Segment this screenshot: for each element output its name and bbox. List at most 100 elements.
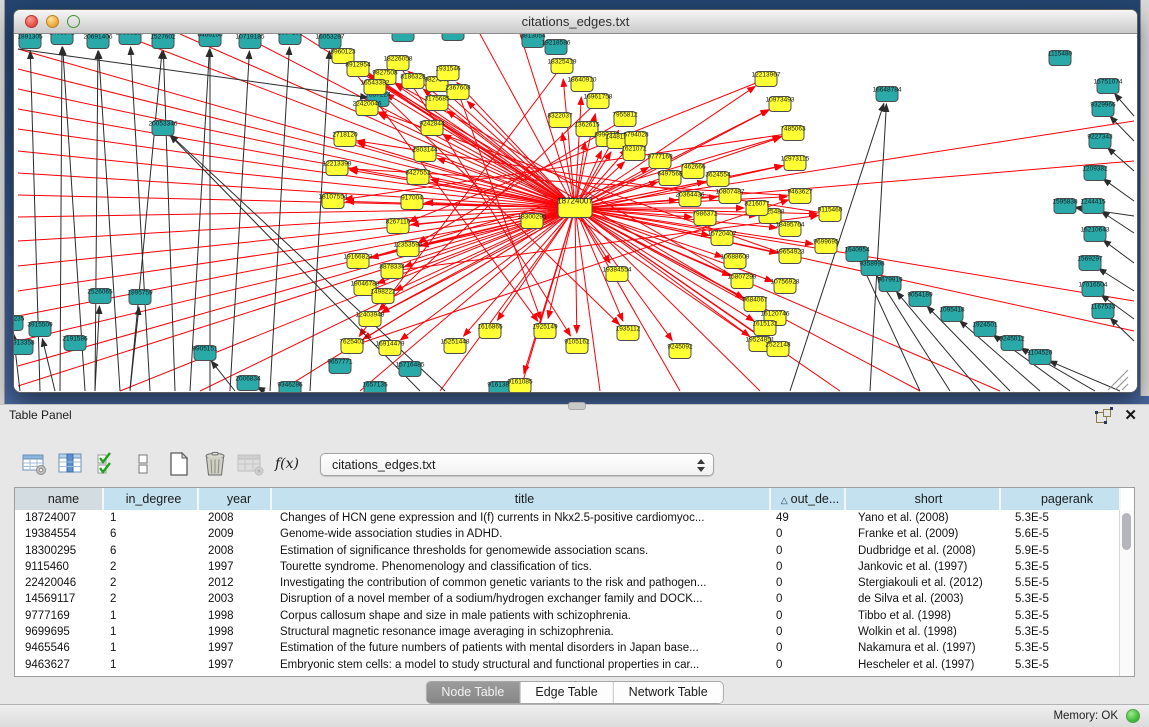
network-canvas[interactable]: 1891305240557220691406105532871527602646…	[14, 34, 1137, 392]
table-cell[interactable]: 0	[771, 575, 846, 591]
table-cell[interactable]: 18300295	[15, 543, 104, 559]
table-cell[interactable]: Disruption of a novel member of a sodium…	[272, 591, 771, 607]
zoom-window-icon[interactable]	[67, 15, 80, 28]
table-cell[interactable]: Embryonic stem cells: a model to study s…	[272, 657, 771, 673]
column-header-pagerank[interactable]: pagerank	[1001, 488, 1121, 510]
float-panel-icon[interactable]	[1096, 408, 1113, 423]
table-cell[interactable]: 9777169	[15, 608, 104, 624]
column-header-name[interactable]: name	[15, 488, 104, 510]
table-row[interactable]: 969969511998Structural magnetic resonanc…	[15, 624, 1134, 640]
column-header-short[interactable]: short	[846, 488, 1001, 510]
table-cell[interactable]: 0	[771, 624, 846, 640]
table-cell[interactable]: 5.3E-5	[1001, 657, 1121, 673]
table-cell[interactable]: Nakamura et al. (1997)	[846, 640, 1001, 656]
table-row[interactable]: 977716911998Corpus callosum shape and si…	[15, 608, 1134, 624]
table-cell[interactable]: 9699695	[15, 624, 104, 640]
column-header-year[interactable]: year	[199, 488, 272, 510]
table-cell[interactable]: 0	[771, 608, 846, 624]
table-cell[interactable]: Stergiakouli et al. (2012)	[846, 575, 1001, 591]
window-resize-grip[interactable]	[1122, 384, 1128, 390]
table-cell[interactable]: 1998	[199, 608, 272, 624]
table-row[interactable]: 946554611997Estimation of the future num…	[15, 640, 1134, 656]
table-cell[interactable]: 5.6E-5	[1001, 526, 1121, 542]
table-cell[interactable]: Genome-wide association studies in ADHD.	[272, 526, 771, 542]
table-scrollbar[interactable]	[1119, 510, 1134, 676]
table-row[interactable]: 2242004622012Investigating the contribut…	[15, 575, 1134, 591]
table-cell[interactable]: 49	[771, 510, 846, 526]
table-cell[interactable]: Yano et al. (2008)	[846, 510, 1001, 526]
table-cell[interactable]: 5.5E-5	[1001, 575, 1121, 591]
table-row[interactable]: 1456911722003Disruption of a novel membe…	[15, 591, 1134, 607]
table-cell[interactable]: 2	[104, 575, 199, 591]
table-cell[interactable]: Changes of HCN gene expression and I(f) …	[272, 510, 771, 526]
new-table-icon[interactable]	[164, 450, 194, 478]
rows-icon[interactable]	[128, 450, 158, 478]
tab-edge-table[interactable]: Edge Table	[520, 682, 613, 703]
function-builder-icon[interactable]: f(x)	[272, 450, 302, 478]
table-cell[interactable]: 9463627	[15, 657, 104, 673]
table-cell[interactable]: 2008	[199, 543, 272, 559]
table-cell[interactable]: 0	[771, 640, 846, 656]
table-cell[interactable]: 2003	[199, 591, 272, 607]
table-cell[interactable]: 1997	[199, 559, 272, 575]
table-cell[interactable]: 1	[104, 657, 199, 673]
table-cell[interactable]: 2	[104, 559, 199, 575]
table-row[interactable]: 1830029562008Estimation of significance …	[15, 543, 1134, 559]
table-cell[interactable]: Estimation of significance thresholds fo…	[272, 543, 771, 559]
window-resize-grip[interactable]	[1115, 377, 1128, 390]
table-cell[interactable]: Franke et al. (2009)	[846, 526, 1001, 542]
table-settings-icon[interactable]	[20, 450, 50, 478]
table-cell[interactable]: 2012	[199, 575, 272, 591]
table-cell[interactable]: Investigating the contribution of common…	[272, 575, 771, 591]
table-cell[interactable]: 5.3E-5	[1001, 591, 1121, 607]
table-cell[interactable]: 5.9E-5	[1001, 543, 1121, 559]
table-cell[interactable]: 5.3E-5	[1001, 624, 1121, 640]
table-cell[interactable]: 0	[771, 591, 846, 607]
panel-splitter-handle[interactable]	[568, 402, 586, 410]
table-cell[interactable]: 1998	[199, 624, 272, 640]
table-cell[interactable]: Tourette syndrome. Phenomenology and cla…	[272, 559, 771, 575]
column-header-out_de[interactable]: △out_de...	[771, 488, 846, 510]
table-row[interactable]: 1872400712008Changes of HCN gene express…	[15, 510, 1134, 526]
table-cell[interactable]: 6	[104, 543, 199, 559]
row-select-icon[interactable]	[92, 450, 122, 478]
column-settings-icon[interactable]	[56, 450, 86, 478]
close-window-icon[interactable]	[25, 15, 38, 28]
table-cell[interactable]: Estimation of the future numbers of pati…	[272, 640, 771, 656]
table-cell[interactable]: 9115460	[15, 559, 104, 575]
column-header-in_degree[interactable]: in_degree	[104, 488, 199, 510]
tab-network-table[interactable]: Network Table	[614, 682, 723, 703]
table-cell[interactable]: 5.3E-5	[1001, 640, 1121, 656]
table-cell[interactable]: Structural magnetic resonance image aver…	[272, 624, 771, 640]
table-row[interactable]: 911546021997Tourette syndrome. Phenomeno…	[15, 559, 1134, 575]
window-titlebar[interactable]: citations_edges.txt	[14, 10, 1137, 34]
graph-node[interactable]	[392, 34, 414, 42]
table-cell[interactable]: 1	[104, 608, 199, 624]
table-cell[interactable]: 14569117	[15, 591, 104, 607]
table-cell[interactable]: 18724007	[15, 510, 104, 526]
table-row[interactable]: 946362711997Embryonic stem cells: a mode…	[15, 657, 1134, 673]
table-cell[interactable]: 1	[104, 624, 199, 640]
table-cell[interactable]: 0	[771, 559, 846, 575]
table-cell[interactable]: 1997	[199, 640, 272, 656]
table-cell[interactable]: 0	[771, 526, 846, 542]
table-cell[interactable]: Hescheler et al. (1997)	[846, 657, 1001, 673]
delete-table-icon[interactable]	[236, 450, 266, 478]
table-cell[interactable]: 5.3E-5	[1001, 559, 1121, 575]
table-cell[interactable]: Jankovic et al. (1997)	[846, 559, 1001, 575]
table-cell[interactable]: 1	[104, 510, 199, 526]
tab-node-table[interactable]: Node Table	[426, 682, 520, 703]
table-scrollbar-thumb[interactable]	[1122, 513, 1131, 550]
table-cell[interactable]: 5.3E-5	[1001, 608, 1121, 624]
table-cell[interactable]: 22420046	[15, 575, 104, 591]
table-cell[interactable]: Corpus callosum shape and size in male p…	[272, 608, 771, 624]
table-cell[interactable]: 0	[771, 657, 846, 673]
table-cell[interactable]: 2	[104, 591, 199, 607]
close-panel-icon[interactable]: ✕	[1124, 406, 1137, 424]
table-cell[interactable]: 1	[104, 640, 199, 656]
graph-node[interactable]	[442, 34, 464, 41]
table-cell[interactable]: 5.3E-5	[1001, 510, 1121, 526]
table-cell[interactable]: Tibbo et al. (1998)	[846, 608, 1001, 624]
table-cell[interactable]: 19384554	[15, 526, 104, 542]
table-cell[interactable]: 1997	[199, 657, 272, 673]
